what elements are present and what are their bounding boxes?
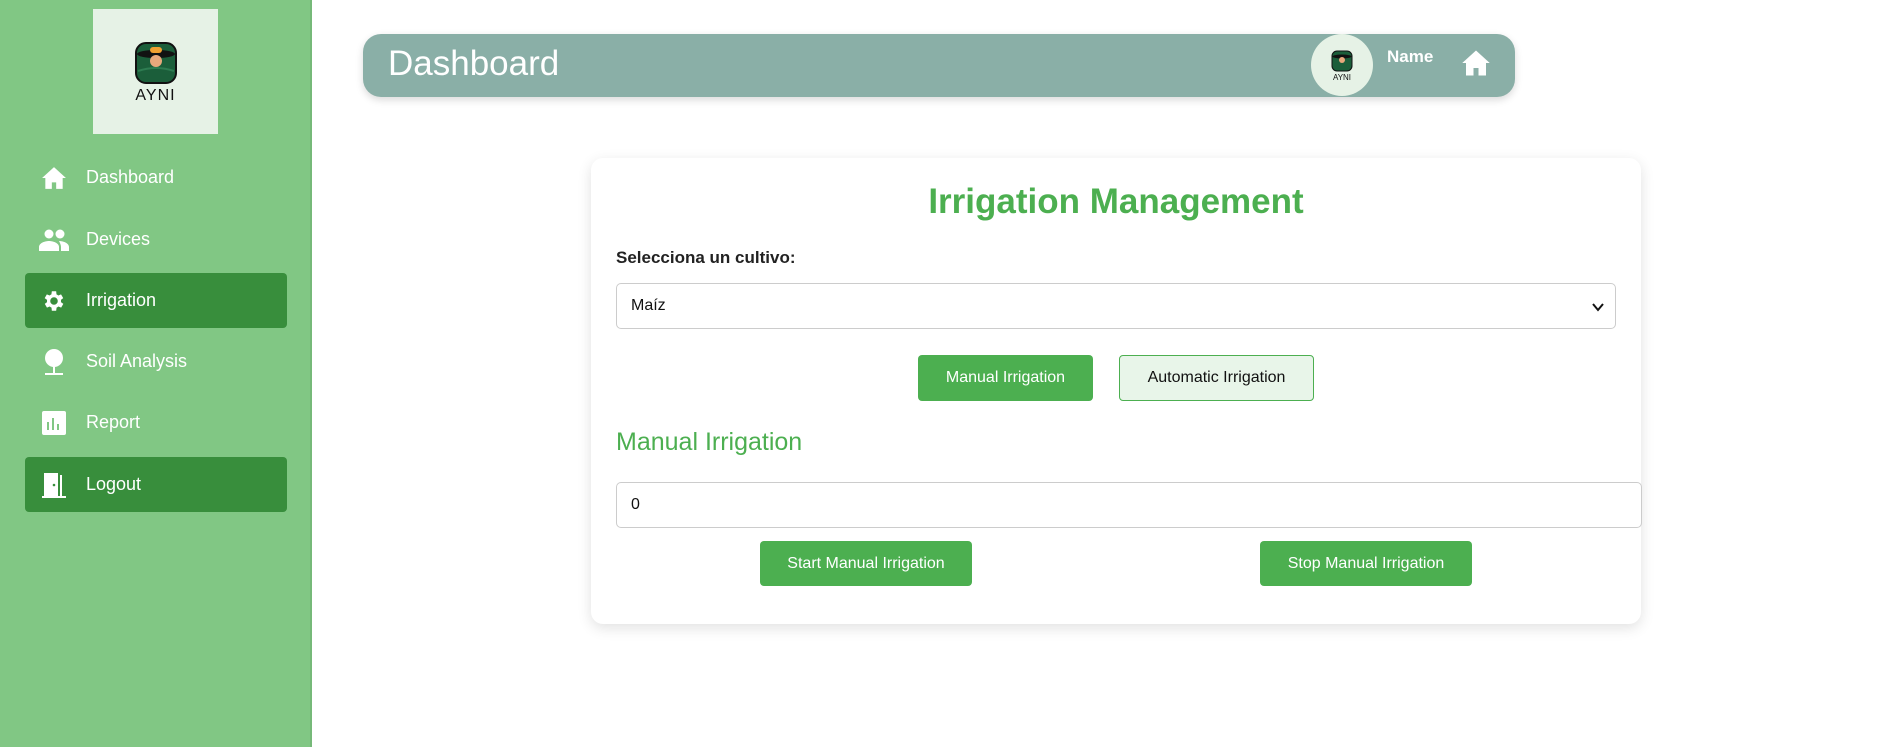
sidebar-item-label: Dashboard [86,167,175,187]
sidebar-item-label: Logout [86,474,142,494]
door-icon [39,470,69,500]
sidebar-item-devices[interactable]: Devices [25,212,287,267]
home-icon [1462,50,1490,76]
tree-icon [39,347,69,377]
card-title: Irrigation Management [928,182,1304,221]
chevron-down-icon [1592,303,1604,312]
top-header: Dashboard AYNI Name [363,34,1515,97]
logo-text: AYNI [135,86,176,104]
sidebar-item-label: Report [86,412,141,432]
avatar-text: AYNI [1332,72,1352,82]
sidebar: AYNI Dashboard Devices Irrigation Soil A… [0,0,312,747]
sidebar-item-logout[interactable]: Logout [25,457,287,512]
sidebar-item-irrigation[interactable]: Irrigation [25,273,287,328]
start-manual-irrigation-button[interactable]: Start Manual Irrigation [760,541,972,586]
people-icon [39,225,69,255]
irrigation-card: Irrigation Management Selecciona un cult… [591,158,1642,624]
section-title: Manual Irrigation [616,428,803,456]
logo: AYNI [93,9,218,134]
sidebar-item-label: Devices [86,229,151,249]
sidebar-item-label: Soil Analysis [86,351,188,371]
page-title: Dashboard [388,44,560,83]
bar-chart-icon [39,408,69,438]
farmer-logo-icon [134,41,177,84]
sidebar-item-soil-analysis[interactable]: Soil Analysis [25,334,287,389]
sidebar-item-report[interactable]: Report [25,395,287,450]
manual-irrigation-button[interactable]: Manual Irrigation [918,355,1093,401]
user-name: Name [1387,47,1434,66]
home-icon [39,163,69,193]
crop-select-label: Selecciona un cultivo: [616,248,796,267]
gear-icon [39,286,69,316]
crop-select[interactable]: Maíz [616,283,1616,329]
irrigation-amount-input[interactable]: 0 [616,482,1642,528]
farmer-logo-icon [1331,50,1353,71]
automatic-irrigation-button[interactable]: Automatic Irrigation [1119,355,1314,401]
sidebar-item-label: Irrigation [86,290,157,310]
sidebar-item-dashboard[interactable]: Dashboard [25,150,287,205]
crop-select-value: Maíz [631,297,666,314]
home-button[interactable] [1461,49,1491,82]
avatar[interactable]: AYNI [1311,34,1373,96]
input-value: 0 [631,496,640,513]
stop-manual-irrigation-button[interactable]: Stop Manual Irrigation [1260,541,1472,586]
